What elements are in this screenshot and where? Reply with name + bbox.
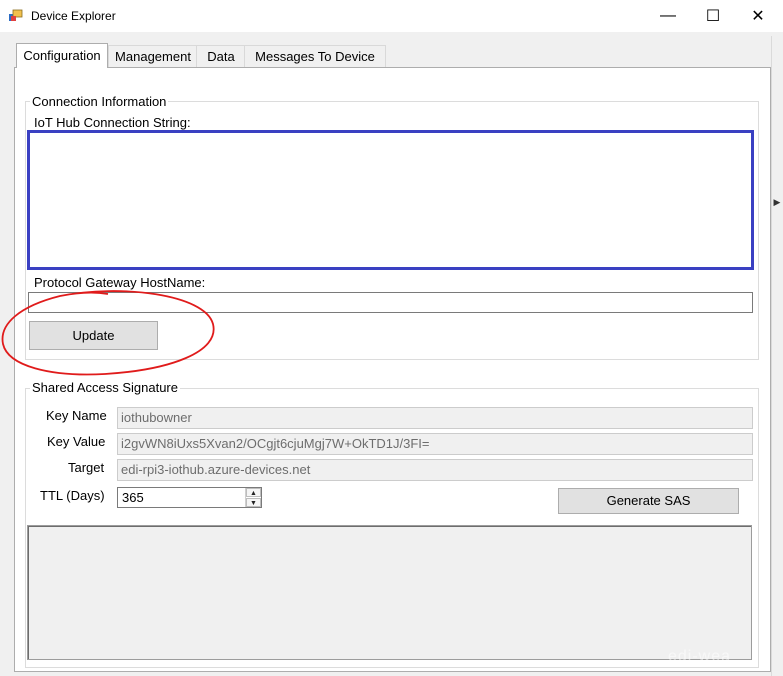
key-name-field[interactable]: iothubowner	[117, 407, 753, 429]
key-value-label: Key Value	[47, 434, 106, 449]
gateway-hostname-label: Protocol Gateway HostName:	[34, 275, 206, 290]
close-icon: ✕	[751, 8, 765, 25]
tab-messages-to-device[interactable]: Messages To Device	[244, 45, 386, 67]
update-button[interactable]: Update	[29, 321, 158, 350]
tab-configuration[interactable]: Configuration	[16, 43, 108, 68]
scrollbar[interactable]	[771, 36, 783, 676]
tab-label: Management	[115, 49, 191, 64]
watermark: edi-wea	[668, 648, 732, 665]
spin-down-icon[interactable]: ▼	[246, 498, 261, 507]
generate-sas-button[interactable]: Generate SAS	[558, 488, 739, 514]
spin-up-icon[interactable]: ▲	[246, 488, 261, 497]
gateway-hostname-input[interactable]	[28, 292, 753, 313]
tab-management[interactable]: Management	[108, 45, 198, 67]
tab-data[interactable]: Data	[196, 45, 246, 67]
ttl-value: 365	[122, 490, 144, 505]
scroll-right-icon[interactable]: ▶	[772, 197, 782, 208]
tab-label: Messages To Device	[255, 49, 375, 64]
close-button[interactable]: ✕	[735, 0, 781, 32]
key-name-label: Key Name	[46, 408, 107, 423]
tab-label: Data	[207, 49, 235, 64]
maximize-button[interactable]: ☐	[690, 0, 736, 32]
maximize-icon: ☐	[705, 8, 721, 25]
target-field[interactable]: edi-rpi3-iothub.azure-devices.net	[117, 459, 753, 481]
target-label: Target	[68, 460, 105, 475]
sas-group-title: Shared Access Signature	[30, 380, 180, 395]
sas-output-box[interactable]	[27, 525, 752, 660]
minimize-button[interactable]: —	[645, 0, 691, 32]
ttl-label: TTL (Days)	[40, 488, 105, 503]
ttl-stepper[interactable]: 365 ▲ ▼	[117, 487, 262, 508]
ttl-spin-buttons: ▲ ▼	[245, 488, 261, 507]
app-icon	[9, 9, 23, 21]
key-value-field[interactable]: i2gvWN8iUxs5Xvan2/OCgjt6cjuMgj7W+OkTD1J/…	[117, 433, 753, 455]
connection-group-title: Connection Information	[30, 94, 169, 109]
update-button-label: Update	[72, 328, 115, 343]
window-title: Device Explorer	[31, 9, 116, 23]
minimize-icon: —	[660, 7, 676, 24]
generate-sas-label: Generate SAS	[606, 493, 691, 508]
tab-label: Configuration	[23, 48, 101, 63]
connection-string-input[interactable]	[27, 130, 754, 270]
connection-string-label: IoT Hub Connection String:	[34, 115, 191, 130]
